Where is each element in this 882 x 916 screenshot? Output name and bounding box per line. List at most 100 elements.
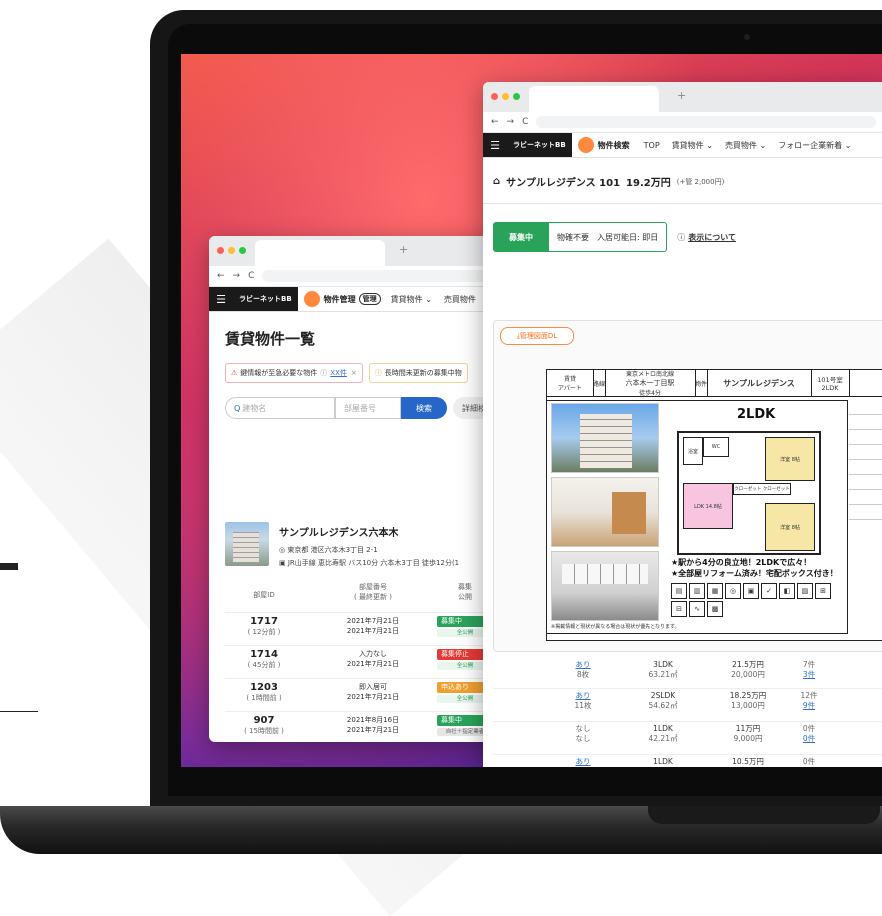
- back-arrow-icon[interactable]: ←: [217, 271, 225, 281]
- hamburger-menu-icon[interactable]: ☰: [209, 287, 233, 311]
- nav-rental[interactable]: 賃貸物件 ⌄: [391, 294, 432, 305]
- maximize-window-icon[interactable]: [513, 93, 520, 100]
- hamburger-menu-icon[interactable]: ☰: [483, 133, 507, 157]
- kitchen-photo[interactable]: [551, 551, 659, 621]
- rent-value: 11万円: [735, 724, 761, 733]
- application-count[interactable]: 3件: [789, 670, 829, 680]
- room-id-cell: 1203( 1時間前 ): [235, 682, 293, 703]
- room-number-input[interactable]: 部屋番号: [335, 397, 401, 419]
- fee-value: 9,000円: [733, 734, 763, 743]
- nav-sale[interactable]: 売買物件 ⌄: [725, 140, 766, 151]
- alert-count-link[interactable]: XX件: [330, 368, 347, 378]
- address-bar[interactable]: [536, 116, 876, 128]
- status-bar: 募集中 物確不要 入居可能日: 即日 ⓘ 表示について: [493, 222, 882, 252]
- photo-count: 8枚: [576, 670, 590, 679]
- alert-key-info: ⚠ 鍵情報が至急必要な物件 ⓘ XX件 ×: [225, 363, 363, 383]
- inquiry-count: 0件: [802, 757, 816, 766]
- alert-close-icon[interactable]: ×: [351, 369, 357, 377]
- exterior-photo[interactable]: [551, 403, 659, 473]
- layout-type: 3LDK: [653, 660, 673, 669]
- reload-icon[interactable]: C: [248, 271, 254, 281]
- app-logo[interactable]: ラビーネットBB: [507, 133, 572, 157]
- rent-price: 19.2万円: [626, 178, 671, 189]
- app-logo[interactable]: ラビーネットBB: [233, 287, 298, 311]
- property-address: ◎ 東京都 港区六本木3丁目 2-1: [279, 545, 459, 555]
- breadcrumb[interactable]: 物件検索: [598, 140, 630, 151]
- spec-row: [849, 400, 882, 415]
- crumb-label: 物件管理: [323, 294, 356, 304]
- room-updated-date: 2021年7月21日: [346, 627, 400, 635]
- property-thumbnail[interactable]: [225, 522, 269, 566]
- layout-cell: 2SLDK 54.62㎡: [633, 691, 693, 711]
- property-access: ▣ JR山手線 恵比寿駅 バス10分 六本木3丁目 徒歩12分(1: [279, 558, 459, 568]
- room-id[interactable]: 1717: [235, 616, 293, 627]
- feature-icon: ▣: [743, 583, 759, 599]
- download-plan-button[interactable]: ⤓ 管理図面DL: [500, 327, 574, 345]
- close-window-icon[interactable]: [491, 93, 498, 100]
- new-tab-icon[interactable]: +: [399, 243, 408, 256]
- help-icon[interactable]: ⓘ: [320, 368, 327, 378]
- feature-icon: ▨: [797, 583, 813, 599]
- nav-follow[interactable]: フォロー企業新着 ⌄: [778, 140, 851, 151]
- forward-arrow-icon[interactable]: →: [233, 271, 241, 281]
- reload-icon[interactable]: C: [522, 117, 528, 127]
- room-id[interactable]: 907: [235, 715, 293, 726]
- application-count[interactable]: 9件: [789, 701, 829, 711]
- kind-bottom: アパート: [558, 385, 582, 392]
- breadcrumb[interactable]: 物件管理 管理: [324, 293, 381, 305]
- display-info-link[interactable]: 表示について: [688, 232, 736, 243]
- minimize-window-icon[interactable]: [228, 247, 235, 254]
- photo-availability[interactable]: あり: [563, 757, 603, 767]
- minimize-window-icon[interactable]: [502, 93, 509, 100]
- room-ldk: LDK 14.8帖: [683, 483, 733, 529]
- room-number: 2021年7月21日: [346, 617, 400, 625]
- photo-availability[interactable]: なし: [563, 724, 603, 734]
- table-row[interactable]: あり 8枚 3LDK 63.21㎡ 21.5万円 20,000円 7件 3件: [493, 658, 882, 689]
- application-count[interactable]: 0件: [789, 734, 829, 744]
- room-bath: 浴室: [683, 437, 703, 465]
- walk-time: 徒歩4分: [639, 390, 661, 397]
- info-icon: ⓘ: [677, 232, 686, 242]
- alert-stale: ⓘ 長時間未更新の募集中物: [368, 363, 468, 383]
- floor-area: 42.21㎡: [648, 734, 678, 743]
- interior-photo[interactable]: [551, 477, 659, 547]
- nav-rental[interactable]: 賃貸物件 ⌄: [672, 140, 713, 151]
- building-search-input[interactable]: Q 建物名: [225, 397, 335, 419]
- search-button[interactable]: 検索: [401, 397, 447, 419]
- property-name[interactable]: サンプルレジデンス六本木: [279, 524, 459, 539]
- nav-top[interactable]: TOP: [644, 141, 660, 150]
- maximize-window-icon[interactable]: [239, 247, 246, 254]
- nav-sale[interactable]: 売買物件: [444, 294, 476, 305]
- layout-cell: 1LDK 42.21㎡: [633, 724, 693, 744]
- room-number-cell: 2021年7月21日 2021年7月21日: [325, 616, 421, 636]
- room-id[interactable]: 1203: [235, 682, 293, 693]
- forward-arrow-icon[interactable]: →: [507, 117, 515, 127]
- new-tab-icon[interactable]: +: [677, 89, 686, 102]
- room-number: 即入居可: [359, 683, 387, 691]
- room-id[interactable]: 1714: [235, 649, 293, 660]
- browser-tab[interactable]: [529, 86, 659, 112]
- kind-cell: 賃貸 アパート: [547, 370, 594, 396]
- room-id-cell: 1717( 12分前 ): [235, 616, 293, 637]
- count-cell: 0件0件: [789, 724, 829, 744]
- photo-count: 11枚: [574, 701, 592, 710]
- photo-availability[interactable]: あり: [563, 660, 603, 670]
- app-header: ☰ ラビーネットBB 物件検索 TOP 賃貸物件 ⌄ 売買物件 ⌄ フォロー企業…: [483, 133, 882, 158]
- photo-cell: あり 11枚: [563, 691, 603, 711]
- management-fee: (+管 2,000円): [676, 177, 725, 186]
- table-row[interactable]: あり1枚 1LDK41.89㎡ 10.5万円8,000円 0件0件: [493, 755, 882, 767]
- room-closet: クローゼット クローゼット: [733, 483, 791, 495]
- table-row[interactable]: あり 11枚 2SLDK 54.62㎡ 18.25万円 13,000円 12件 9件: [493, 689, 882, 722]
- spec-row: [849, 475, 882, 490]
- header-sublabel: ( 最終更新 ): [354, 593, 392, 601]
- rent-cell: 11万円 9,000円: [713, 724, 783, 744]
- room-number-cell: 入力なし 2021年7月21日: [325, 649, 421, 669]
- browser-tab[interactable]: [255, 240, 385, 266]
- table-row[interactable]: なし なし 1LDK 42.21㎡ 11万円 9,000円 0件 0件: [493, 722, 882, 755]
- mascot-icon: [303, 291, 320, 307]
- plan-note: ※掲載情報と現状が異なる場合は現状が優先となります。: [551, 624, 680, 630]
- count-cell: 12件 9件: [789, 691, 829, 711]
- back-arrow-icon[interactable]: ←: [491, 117, 499, 127]
- close-window-icon[interactable]: [217, 247, 224, 254]
- photo-availability[interactable]: あり: [563, 691, 603, 701]
